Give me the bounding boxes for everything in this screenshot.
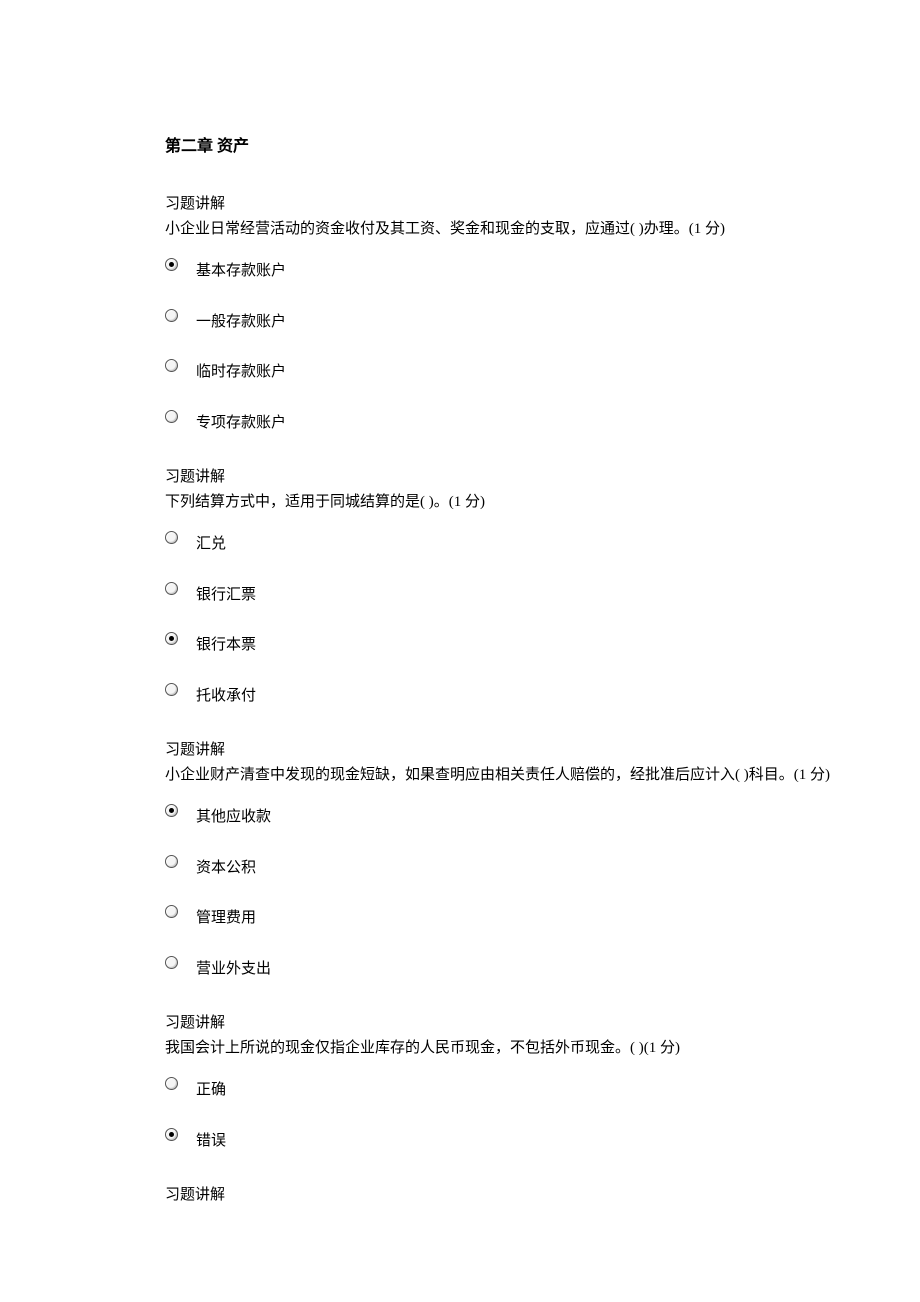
option-label: 基本存款账户 xyxy=(196,254,286,283)
option-row: 银行本票 xyxy=(165,628,920,657)
section-label: 习题讲解 xyxy=(165,193,920,216)
option-label: 银行本票 xyxy=(196,628,256,657)
radio-button[interactable] xyxy=(165,359,178,372)
radio-button[interactable] xyxy=(165,956,178,969)
option-row: 临时存款账户 xyxy=(165,355,920,384)
radio-button[interactable] xyxy=(165,258,178,271)
radio-button[interactable] xyxy=(165,1128,178,1141)
option-label: 银行汇票 xyxy=(196,578,256,607)
section-label: 习题讲解 xyxy=(165,1012,920,1035)
option-row: 正确 xyxy=(165,1073,920,1102)
option-label: 汇兑 xyxy=(196,527,226,556)
option-row: 错误 xyxy=(165,1124,920,1153)
option-row: 银行汇票 xyxy=(165,578,920,607)
question-block: 习题讲解小企业财产清查中发现的现金短缺，如果查明应由相关责任人赔偿的，经批准后应… xyxy=(165,739,920,980)
option-label: 临时存款账户 xyxy=(196,355,286,384)
option-label: 正确 xyxy=(196,1073,226,1102)
question-block: 习题讲解我国会计上所说的现金仅指企业库存的人民币现金，不包括外币现金。( )(1… xyxy=(165,1012,920,1152)
question-block: 习题讲解下列结算方式中，适用于同城结算的是( )。(1 分) 汇兑银行汇票银行本票… xyxy=(165,466,920,707)
option-label: 资本公积 xyxy=(196,851,256,880)
radio-button[interactable] xyxy=(165,905,178,918)
radio-button[interactable] xyxy=(165,683,178,696)
radio-button[interactable] xyxy=(165,582,178,595)
section-label: 习题讲解 xyxy=(165,466,920,489)
option-row: 其他应收款 xyxy=(165,800,920,829)
option-label: 营业外支出 xyxy=(196,952,271,981)
radio-button[interactable] xyxy=(165,531,178,544)
option-label: 一般存款账户 xyxy=(196,305,286,334)
option-label: 其他应收款 xyxy=(196,800,271,829)
question-text: 我国会计上所说的现金仅指企业库存的人民币现金，不包括外币现金。( )(1 分) xyxy=(165,1037,920,1060)
option-row: 资本公积 xyxy=(165,851,920,880)
section-label: 习题讲解 xyxy=(165,739,920,762)
radio-button[interactable] xyxy=(165,309,178,322)
question-block: 习题讲解 xyxy=(165,1184,920,1207)
question-text: 下列结算方式中，适用于同城结算的是( )。(1 分) xyxy=(165,491,920,514)
option-row: 基本存款账户 xyxy=(165,254,920,283)
radio-button[interactable] xyxy=(165,410,178,423)
radio-button[interactable] xyxy=(165,855,178,868)
option-row: 专项存款账户 xyxy=(165,406,920,435)
option-row: 一般存款账户 xyxy=(165,305,920,334)
option-label: 管理费用 xyxy=(196,901,256,930)
radio-button[interactable] xyxy=(165,632,178,645)
option-label: 托收承付 xyxy=(196,679,256,708)
question-text: 小企业日常经营活动的资金收付及其工资、奖金和现金的支取，应通过( )办理。(1 … xyxy=(165,218,920,241)
option-row: 管理费用 xyxy=(165,901,920,930)
option-row: 汇兑 xyxy=(165,527,920,556)
option-row: 营业外支出 xyxy=(165,952,920,981)
option-label: 错误 xyxy=(196,1124,226,1153)
chapter-title: 第二章 资产 xyxy=(165,135,920,159)
question-text: 小企业财产清查中发现的现金短缺，如果查明应由相关责任人赔偿的，经批准后应计入( … xyxy=(165,764,920,787)
section-label: 习题讲解 xyxy=(165,1184,920,1207)
option-label: 专项存款账户 xyxy=(196,406,286,435)
radio-button[interactable] xyxy=(165,804,178,817)
radio-button[interactable] xyxy=(165,1077,178,1090)
question-block: 习题讲解小企业日常经营活动的资金收付及其工资、奖金和现金的支取，应通过( )办理… xyxy=(165,193,920,434)
option-row: 托收承付 xyxy=(165,679,920,708)
